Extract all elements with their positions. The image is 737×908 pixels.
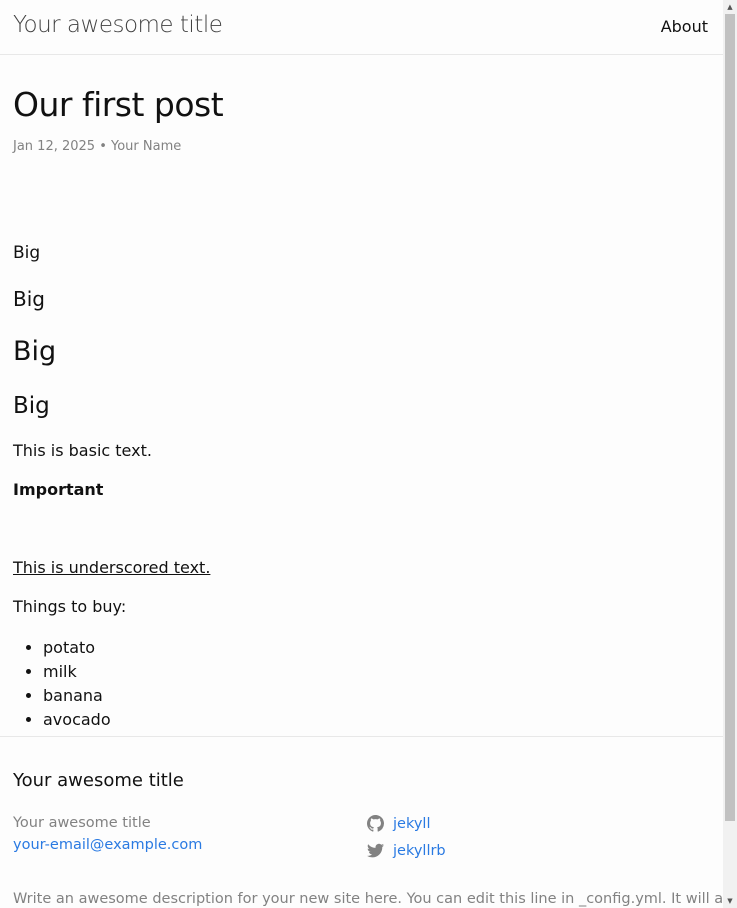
github-username: jekyll (393, 815, 431, 832)
footer-heading: Your awesome title (13, 770, 184, 791)
list-item: banana (43, 684, 111, 708)
basic-text: This is basic text. (13, 441, 152, 460)
footer-contact: Your awesome title your-email@example.co… (13, 812, 202, 856)
page: Your awesome title About Our first post … (0, 0, 723, 908)
important-text: Important (13, 480, 104, 499)
scroll-down-arrow-icon[interactable]: ▼ (723, 894, 737, 908)
github-icon (367, 815, 384, 832)
scroll-up-arrow-icon[interactable]: ▲ (723, 0, 737, 14)
heading-big-3: Big (13, 336, 57, 367)
things-to-buy-label: Things to buy: (13, 597, 127, 616)
site-header: Your awesome title About (0, 0, 723, 55)
site-footer: Your awesome title Your awesome title yo… (0, 736, 723, 908)
list-item: avocado (43, 708, 111, 732)
vertical-scrollbar[interactable]: ▲ ▼ (723, 0, 737, 908)
heading-big-2: Big (13, 287, 45, 311)
list-item: milk (43, 660, 111, 684)
heading-big-1: Big (13, 243, 41, 263)
shopping-list: potato milk banana avocado (13, 636, 111, 732)
twitter-link[interactable]: jekyllrb (367, 837, 446, 864)
footer-email-link[interactable]: your-email@example.com (13, 837, 202, 853)
site-title-link[interactable]: Your awesome title (13, 12, 223, 38)
github-link[interactable]: jekyll (367, 810, 446, 837)
footer-social: jekyll jekyllrb (367, 810, 446, 864)
nav-about-link[interactable]: About (661, 17, 708, 36)
twitter-icon (367, 843, 384, 858)
underscored-text: This is underscored text. (13, 558, 211, 577)
list-item: potato (43, 636, 111, 660)
post-header: Our first post Jan 12, 2025 • Your Name (13, 84, 703, 154)
post-meta: Jan 12, 2025 • Your Name (13, 139, 182, 154)
heading-big-4: Big (13, 393, 50, 419)
footer-name: Your awesome title (13, 815, 151, 831)
scroll-thumb[interactable] (725, 14, 735, 821)
site-description: Write an awesome description for your ne… (13, 891, 723, 907)
twitter-username: jekyllrb (393, 842, 446, 859)
post-title: Our first post (13, 85, 224, 124)
